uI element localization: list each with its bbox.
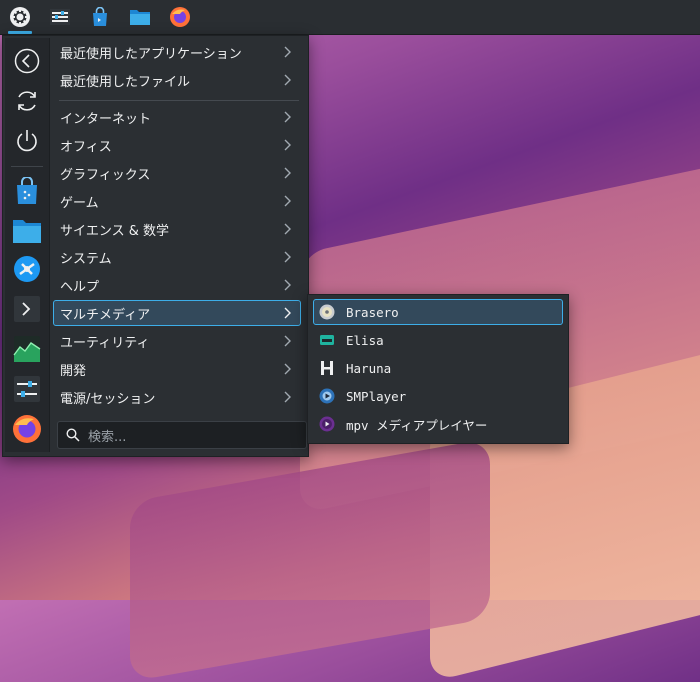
category-multimedia[interactable]: マルチメディア [53, 300, 301, 326]
category-graphics[interactable]: グラフィックス [53, 160, 301, 186]
app-brasero[interactable]: Brasero [313, 299, 563, 325]
back-icon [14, 48, 40, 74]
chevron-right-icon [280, 251, 296, 263]
firefox-favorite[interactable] [9, 412, 45, 446]
category-label: サイエンス & 数学 [60, 223, 170, 239]
back-button[interactable] [9, 44, 45, 78]
system-monitor-favorite[interactable] [9, 332, 45, 366]
settings-sliders-icon [50, 9, 70, 25]
power-button[interactable] [9, 124, 45, 158]
shopping-bag-icon [93, 7, 107, 26]
category-label: オフィス [60, 139, 112, 155]
discover-icon [17, 177, 37, 204]
category-label: インターネット [60, 111, 152, 127]
discover-favorite[interactable] [9, 174, 45, 208]
firefox-taskbar-button[interactable] [160, 0, 200, 34]
folder-icon [130, 10, 150, 25]
chevron-right-icon [280, 46, 296, 58]
app-smplayer[interactable]: SMPlayer [313, 383, 563, 409]
favorites-separator [11, 166, 43, 167]
refresh-icon [18, 91, 36, 111]
app-mpv[interactable]: mpv メディアプレイヤー [313, 411, 563, 437]
kde-connect-favorite[interactable] [9, 252, 45, 286]
category-label: 開発 [60, 363, 87, 379]
category-label: 電源/セッション [60, 391, 156, 407]
category-label: ゲーム [60, 195, 99, 211]
category-label: マルチメディア [60, 307, 151, 323]
category-games[interactable]: ゲーム [53, 188, 301, 214]
app-label: Brasero [346, 304, 399, 320]
chevron-right-icon [280, 363, 296, 375]
chevron-right-icon [280, 335, 296, 347]
system-settings-taskbar-button[interactable] [40, 0, 80, 34]
system-settings-favorite[interactable] [9, 372, 45, 406]
video-player-icon [318, 359, 336, 377]
chevron-right-icon [280, 223, 296, 235]
category-help[interactable]: ヘルプ [53, 272, 301, 298]
app-label: Elisa [346, 332, 384, 348]
search-field[interactable]: 検索... [57, 421, 307, 449]
category-science-math[interactable]: サイエンス & 数学 [53, 216, 301, 242]
category-label: ユーティリティ [60, 335, 150, 351]
category-label: 最近使用したファイル [60, 74, 191, 90]
favorites-sidebar [5, 38, 50, 452]
category-label: システム [60, 251, 112, 267]
category-label: ヘルプ [60, 279, 100, 295]
firefox-icon [13, 415, 41, 443]
kde-connect-icon [14, 256, 40, 282]
media-player-icon [318, 387, 336, 405]
category-power-session[interactable]: 電源/セッション [53, 384, 301, 410]
terminal-favorite[interactable] [9, 292, 45, 326]
category-label: グラフィックス [60, 167, 151, 183]
chevron-right-icon [280, 391, 296, 403]
app-haruna[interactable]: Haruna [313, 355, 563, 381]
kickoff-launcher-button[interactable] [0, 0, 40, 34]
chevron-right-icon [280, 139, 296, 151]
refresh-button[interactable] [9, 84, 45, 118]
top-panel [0, 0, 700, 35]
terminal-icon [14, 296, 40, 322]
search-icon [66, 428, 80, 442]
power-icon [17, 130, 37, 152]
category-internet[interactable]: インターネット [53, 104, 301, 130]
category-system[interactable]: システム [53, 244, 301, 270]
dolphin-favorite[interactable] [9, 214, 45, 248]
settings-icon [14, 376, 40, 402]
category-development[interactable]: 開発 [53, 356, 301, 382]
firefox-icon [170, 7, 190, 27]
chevron-right-icon [280, 167, 296, 179]
category-recent-files[interactable]: 最近使用したファイル [53, 67, 301, 93]
category-label: 最近使用したアプリケーション [60, 46, 242, 62]
chevron-right-icon [280, 74, 296, 86]
folder-icon [13, 220, 41, 243]
music-player-icon [318, 331, 336, 349]
category-utilities[interactable]: ユーティリティ [53, 328, 301, 354]
category-office[interactable]: オフィス [53, 132, 301, 158]
app-label: Haruna [346, 360, 392, 376]
multimedia-submenu: Brasero Elisa Haruna SMPlayer mpv メディアプレ… [307, 294, 569, 444]
app-label: SMPlayer [346, 388, 407, 404]
system-monitor-icon [13, 336, 41, 362]
search-placeholder: 検索... [88, 429, 127, 445]
dolphin-taskbar-button[interactable] [120, 0, 160, 34]
discover-taskbar-button[interactable] [80, 0, 120, 34]
app-elisa[interactable]: Elisa [313, 327, 563, 353]
mpv-icon [318, 415, 336, 433]
chevron-right-icon [280, 111, 296, 123]
chevron-right-icon [280, 307, 296, 319]
chevron-right-icon [280, 279, 296, 291]
chevron-right-icon [280, 195, 296, 207]
category-separator [59, 100, 299, 101]
kde-logo-icon [10, 7, 30, 27]
app-label: mpv メディアプレイヤー [346, 417, 488, 433]
category-recent-apps[interactable]: 最近使用したアプリケーション [53, 39, 301, 65]
application-launcher: 最近使用したアプリケーション 最近使用したファイル インターネット オフィス グ… [2, 35, 309, 457]
disc-burner-icon [318, 303, 336, 321]
